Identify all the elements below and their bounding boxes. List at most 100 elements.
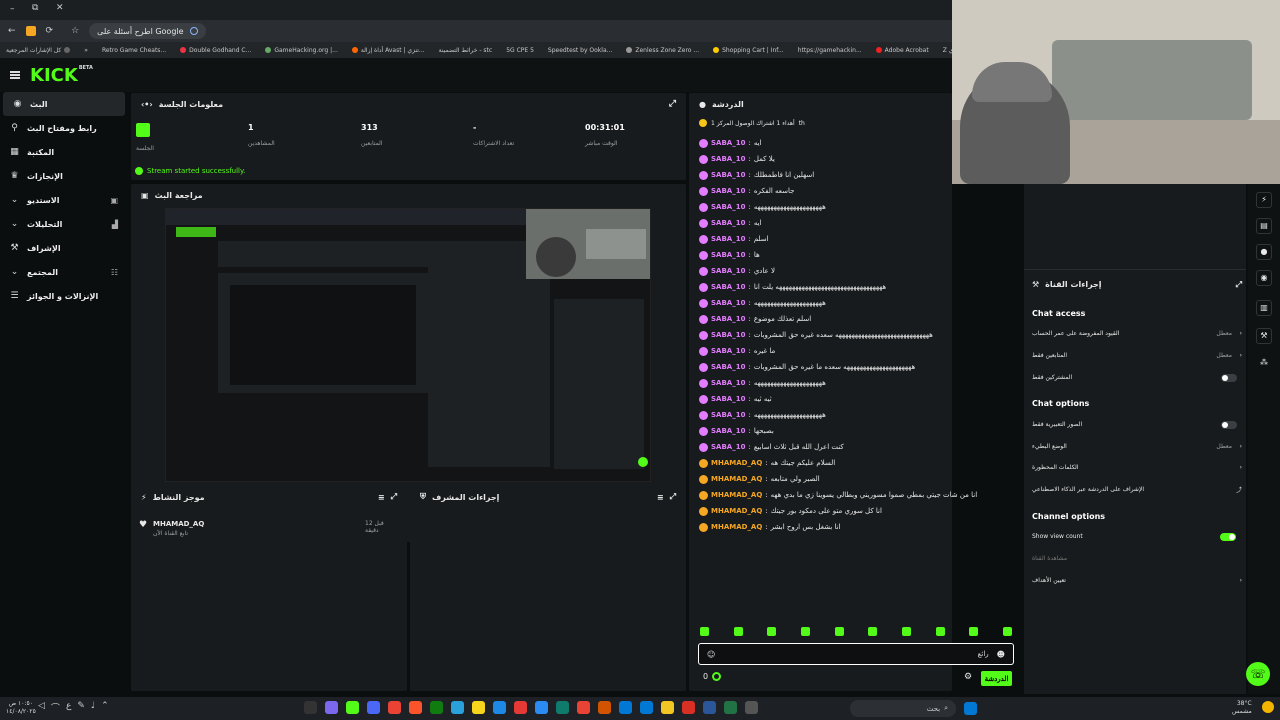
emote-icon[interactable] [1002, 627, 1012, 636]
app-icon[interactable] [703, 701, 716, 714]
clock[interactable]: ١٠:٥٠ ص ١٤/٠٨/٢٠٢٥ [6, 700, 36, 716]
wifi-icon[interactable]: ⌒ [51, 701, 60, 714]
emote-icon[interactable] [901, 627, 911, 636]
chat-username[interactable]: SABA_10 [711, 315, 745, 323]
bookmark-item[interactable]: GameHacking.org |... [265, 47, 338, 54]
restore-icon[interactable]: ⧉ [32, 3, 38, 13]
chat-username[interactable]: SABA_10 [711, 283, 745, 291]
sidebar-item-library[interactable]: ▦ المكتبة [0, 140, 128, 164]
setting-show-view-count[interactable]: Show view count [1032, 533, 1242, 540]
nodes-icon[interactable]: ⁂ [1256, 356, 1272, 372]
chat-username[interactable]: MHAMAD_AQ [711, 507, 762, 515]
bookmark-item[interactable]: Shopping Cart | Inf... [713, 47, 784, 54]
setting-banned-words[interactable]: الكلمات المحظورة › [1032, 464, 1242, 471]
chat-username[interactable]: SABA_10 [711, 187, 745, 195]
bookmark-item[interactable]: Retro Game Cheats... [102, 47, 166, 54]
app-icon[interactable] [514, 701, 527, 714]
star-icon[interactable]: ☆ [71, 26, 79, 36]
points-counter[interactable]: 0 [703, 672, 722, 681]
emote-icon[interactable] [834, 627, 844, 636]
bookmark-item[interactable]: 5G CPE 5 [506, 47, 534, 54]
chat-username[interactable]: SABA_10 [711, 331, 745, 339]
emote-icon[interactable] [935, 627, 945, 636]
setting-subscribers-only[interactable]: المشتركين فقط [1032, 374, 1242, 381]
app-icon[interactable] [556, 701, 569, 714]
brave-icon[interactable] [409, 701, 422, 714]
chat-username[interactable]: SABA_10 [711, 395, 745, 403]
sidebar-item-achievements[interactable]: ♛ الإنجازات [0, 164, 128, 188]
expand-icon[interactable]: ⤢ [391, 492, 397, 502]
support-chat-icon[interactable]: ☏ [1246, 662, 1270, 686]
omnibox[interactable]: اطرح أسئلة على Google [89, 23, 206, 39]
app-icon[interactable] [619, 701, 632, 714]
chat-settings-icon[interactable]: ⚙ [964, 672, 972, 682]
sidebar-item-analytics[interactable]: ⌄ التحليلات ▟ [0, 212, 128, 236]
chat-username[interactable]: MHAMAD_AQ [711, 491, 762, 499]
setting-followers-only[interactable]: المتابعين فقط معطل › [1032, 352, 1242, 359]
chat-bubble-icon[interactable]: ● [1256, 244, 1272, 260]
expand-icon[interactable]: ⤢ [669, 99, 676, 109]
server-icon[interactable]: ▥ [1256, 300, 1272, 316]
filter-icon[interactable]: ≡ [657, 493, 664, 502]
chat-username[interactable]: SABA_10 [711, 155, 745, 163]
sidebar-item-moderation[interactable]: ⚒ الإشراف [0, 236, 128, 260]
chat-username[interactable]: MHAMAD_AQ [711, 459, 762, 467]
chat-username[interactable]: SABA_10 [711, 347, 745, 355]
emote-icon[interactable] [733, 627, 743, 636]
app-icon[interactable] [367, 701, 380, 714]
app-icon[interactable] [304, 701, 317, 714]
refresh-icon[interactable]: ⟳ [46, 26, 54, 36]
setting-emotes-only[interactable]: الصور التعبيرية فقط [1032, 421, 1242, 428]
bolt-icon[interactable]: ⚡ [1256, 192, 1272, 208]
chat-username[interactable]: SABA_10 [711, 267, 745, 275]
wrench-icon[interactable]: ⚒ [1256, 328, 1272, 344]
emote-icon[interactable] [767, 627, 777, 636]
windows-start-icon[interactable] [964, 702, 977, 715]
chat-input[interactable]: ☺ رائع ☻ [698, 643, 1014, 665]
expand-icon[interactable]: ⤢ [670, 492, 676, 502]
hidden-icons-icon[interactable]: ⌃ [101, 701, 109, 714]
setting-account-age[interactable]: القيود المفروضة على عمر الحساب معطل › [1032, 330, 1242, 337]
bookmark-item[interactable]: https://gamehackin... [798, 47, 862, 54]
sidebar-item-stream-key[interactable]: ⚲ رابط ومفتاح البث [0, 116, 128, 140]
app-icon[interactable] [472, 701, 485, 714]
stream-video[interactable] [165, 208, 651, 482]
bookmark-item[interactable]: Adobe Acrobat [875, 47, 929, 54]
close-icon[interactable]: ✕ [56, 3, 64, 13]
broadcast-icon[interactable]: ◉ [1256, 270, 1272, 286]
sidebar-item-studio[interactable]: ⌄ الاستديو ▣ [0, 188, 128, 212]
telegram-icon[interactable] [451, 701, 464, 714]
chrome-icon[interactable] [577, 701, 590, 714]
chat-username[interactable]: SABA_10 [711, 379, 745, 387]
expand-icon[interactable]: ⤢ [1236, 280, 1242, 290]
app-icon[interactable] [682, 701, 695, 714]
filter-icon[interactable]: ≡ [378, 493, 385, 502]
menu-icon[interactable] [10, 71, 20, 79]
taskbar-search[interactable]: بحث ⌕ [850, 700, 956, 717]
xbox-icon[interactable] [430, 701, 443, 714]
emotes-only-toggle[interactable] [1221, 421, 1237, 429]
sidebar-item-stream[interactable]: ◉ البث [3, 92, 125, 116]
send-chat-button[interactable]: الدردشة [981, 671, 1012, 686]
chat-username[interactable]: SABA_10 [711, 139, 745, 147]
back-icon[interactable]: ← [8, 26, 16, 36]
extension-icon[interactable] [25, 26, 36, 36]
setting-goals[interactable]: تعيين الأهداف › [1032, 577, 1242, 584]
setting-slow-mode[interactable]: الوضع البطيء معطل › [1032, 443, 1242, 450]
chat-username[interactable]: MHAMAD_AQ [711, 475, 762, 483]
chat-username[interactable]: SABA_10 [711, 251, 745, 259]
chat-username[interactable]: SABA_10 [711, 443, 745, 451]
chat-username[interactable]: SABA_10 [711, 427, 745, 435]
chat-username[interactable]: SABA_10 [711, 203, 745, 211]
sidebar-item-community[interactable]: ⌄ المجتمع ☷ [0, 260, 128, 284]
emoji-icon[interactable]: ☺ [707, 650, 715, 659]
app-icon[interactable] [598, 701, 611, 714]
explorer-icon[interactable] [661, 701, 674, 714]
app-icon[interactable] [493, 701, 506, 714]
app-icon[interactable] [745, 701, 758, 714]
chevron-icon[interactable]: » [84, 47, 88, 54]
chrome-icon[interactable] [388, 701, 401, 714]
emote-icon[interactable] [868, 627, 878, 636]
chat-username[interactable]: SABA_10 [711, 411, 745, 419]
sidebar-item-drops[interactable]: ☰ الإنزالات و الجوائز [0, 284, 128, 308]
